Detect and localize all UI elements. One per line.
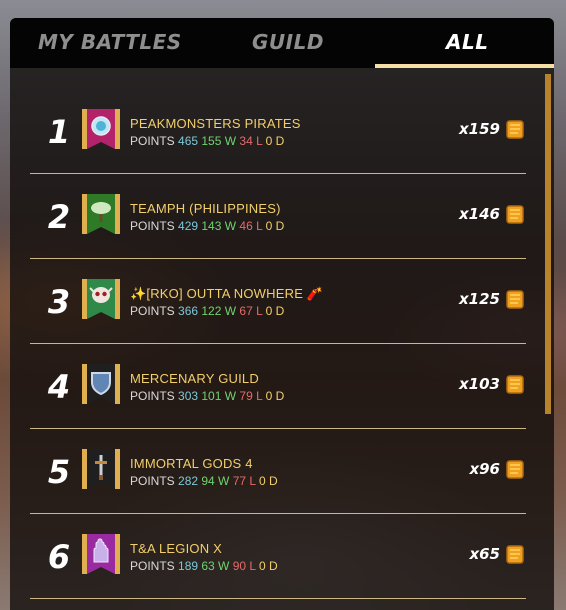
ranking-row-5[interactable]: 5 IMMORTAL GODS 4 POINTS 282 94 W 77 L 0… [30, 430, 526, 514]
wins-value: 101 W [201, 389, 240, 403]
reward: x96 [469, 458, 526, 480]
reward-count: x146 [459, 205, 500, 223]
guild-stats: POINTS 282 94 W 77 L 0 D [130, 474, 278, 488]
guild-name[interactable]: IMMORTAL GODS 4 [130, 456, 253, 471]
wins-value: 143 W [201, 219, 240, 233]
rank-number: 6 [47, 538, 71, 576]
ranking-row-2[interactable]: 2 TEAMPH (PHILIPPINES) POINTS 429 143 W … [30, 175, 526, 259]
ranking-row-4[interactable]: 4 MERCENARY GUILD POINTS 303 101 W 79 L … [30, 345, 526, 429]
draws-value: 0 D [258, 559, 278, 573]
scrollbar-thumb[interactable] [545, 74, 551, 414]
reward: x159 [459, 118, 526, 140]
reward-count: x103 [459, 375, 500, 393]
guild-banner [82, 194, 120, 234]
points-value: 189 [178, 559, 202, 573]
draws-value: 0 D [258, 474, 278, 488]
guild-name[interactable]: ✨[RKO] OUTTA NOWHERE 🧨 [130, 286, 323, 302]
ranking-row-3[interactable]: 3 ✨[RKO] OUTTA NOWHERE 🧨 POINTS 366 122 … [30, 260, 526, 344]
merit-chest-icon [506, 375, 524, 394]
guild-banner [82, 279, 120, 319]
rank-number: 1 [47, 113, 71, 151]
ranking-row-1[interactable]: 1 PEAKMONSTERS PIRATES POINTS 465 155 W … [30, 90, 526, 174]
points-value: 429 [178, 219, 202, 233]
guild-name[interactable]: MERCENARY GUILD [130, 371, 259, 386]
points-value: 303 [178, 389, 202, 403]
wins-value: 122 W [201, 304, 240, 318]
points-label: POINTS [130, 134, 179, 148]
reward: x103 [459, 373, 526, 395]
guild-banner [82, 364, 120, 404]
guild-stats: POINTS 429 143 W 46 L 0 D [130, 219, 284, 233]
losses-value: 79 L [239, 389, 266, 403]
guild-ranking-list: 1 PEAKMONSTERS PIRATES POINTS 465 155 W … [10, 68, 554, 610]
shield-icon [91, 372, 111, 396]
points-value: 366 [178, 304, 202, 318]
wins-value: 63 W [201, 559, 233, 573]
reward-count: x125 [459, 290, 500, 308]
rank-number: 5 [47, 453, 71, 491]
guild-banner [82, 534, 120, 574]
points-value: 465 [178, 134, 202, 148]
ranking-row-6[interactable]: 6 T&A LEGION X POINTS 189 63 W 90 L 0 D … [30, 515, 526, 599]
tab-bar: MY BATTLES GUILD ALL [10, 18, 554, 68]
reward: x65 [469, 543, 526, 565]
rank-number: 3 [47, 283, 71, 321]
losses-value: 46 L [239, 219, 266, 233]
orb-icon [91, 116, 111, 136]
tab-my-battles[interactable]: MY BATTLES [38, 30, 182, 54]
row-divider [30, 598, 526, 599]
guild-banner [82, 449, 120, 489]
merit-chest-icon [506, 545, 524, 564]
reward-count: x96 [469, 460, 500, 478]
reward-count: x65 [469, 545, 500, 563]
guild-name[interactable]: T&A LEGION X [130, 541, 222, 556]
losses-value: 67 L [239, 304, 266, 318]
draws-value: 0 D [265, 134, 285, 148]
wins-value: 155 W [201, 134, 240, 148]
reward: x146 [459, 203, 526, 225]
guild-stats: POINTS 303 101 W 79 L 0 D [130, 389, 284, 403]
reward: x125 [459, 288, 526, 310]
merit-chest-icon [506, 120, 524, 139]
guild-name[interactable]: TEAMPH (PHILIPPINES) [130, 201, 281, 216]
draws-value: 0 D [265, 219, 285, 233]
losses-value: 34 L [239, 134, 266, 148]
draws-value: 0 D [265, 389, 285, 403]
row-divider [30, 258, 526, 259]
merit-chest-icon [506, 205, 524, 224]
row-divider [30, 173, 526, 174]
guild-name[interactable]: PEAKMONSTERS PIRATES [130, 116, 301, 131]
guild-banner [82, 109, 120, 149]
merit-chest-icon [506, 460, 524, 479]
points-label: POINTS [130, 474, 179, 488]
points-label: POINTS [130, 389, 179, 403]
row-divider [30, 513, 526, 514]
rank-number: 4 [47, 368, 71, 406]
tab-all[interactable]: ALL [446, 30, 488, 54]
merit-chest-icon [506, 290, 524, 309]
points-value: 282 [178, 474, 202, 488]
losses-value: 90 L [232, 559, 259, 573]
losses-value: 77 L [232, 474, 259, 488]
row-divider [30, 428, 526, 429]
points-label: POINTS [130, 559, 179, 573]
leaderboard-panel: MY BATTLES GUILD ALL 1 PEAKMONSTERS PIRA… [10, 18, 554, 610]
rank-number: 2 [47, 198, 71, 236]
row-divider [30, 343, 526, 344]
draws-value: 0 D [265, 304, 285, 318]
tab-guild[interactable]: GUILD [252, 30, 324, 54]
guild-stats: POINTS 465 155 W 34 L 0 D [130, 134, 284, 148]
reward-count: x159 [459, 120, 500, 138]
points-label: POINTS [130, 304, 179, 318]
guild-stats: POINTS 366 122 W 67 L 0 D [130, 304, 284, 318]
points-label: POINTS [130, 219, 179, 233]
guild-stats: POINTS 189 63 W 90 L 0 D [130, 559, 278, 573]
wins-value: 94 W [201, 474, 233, 488]
